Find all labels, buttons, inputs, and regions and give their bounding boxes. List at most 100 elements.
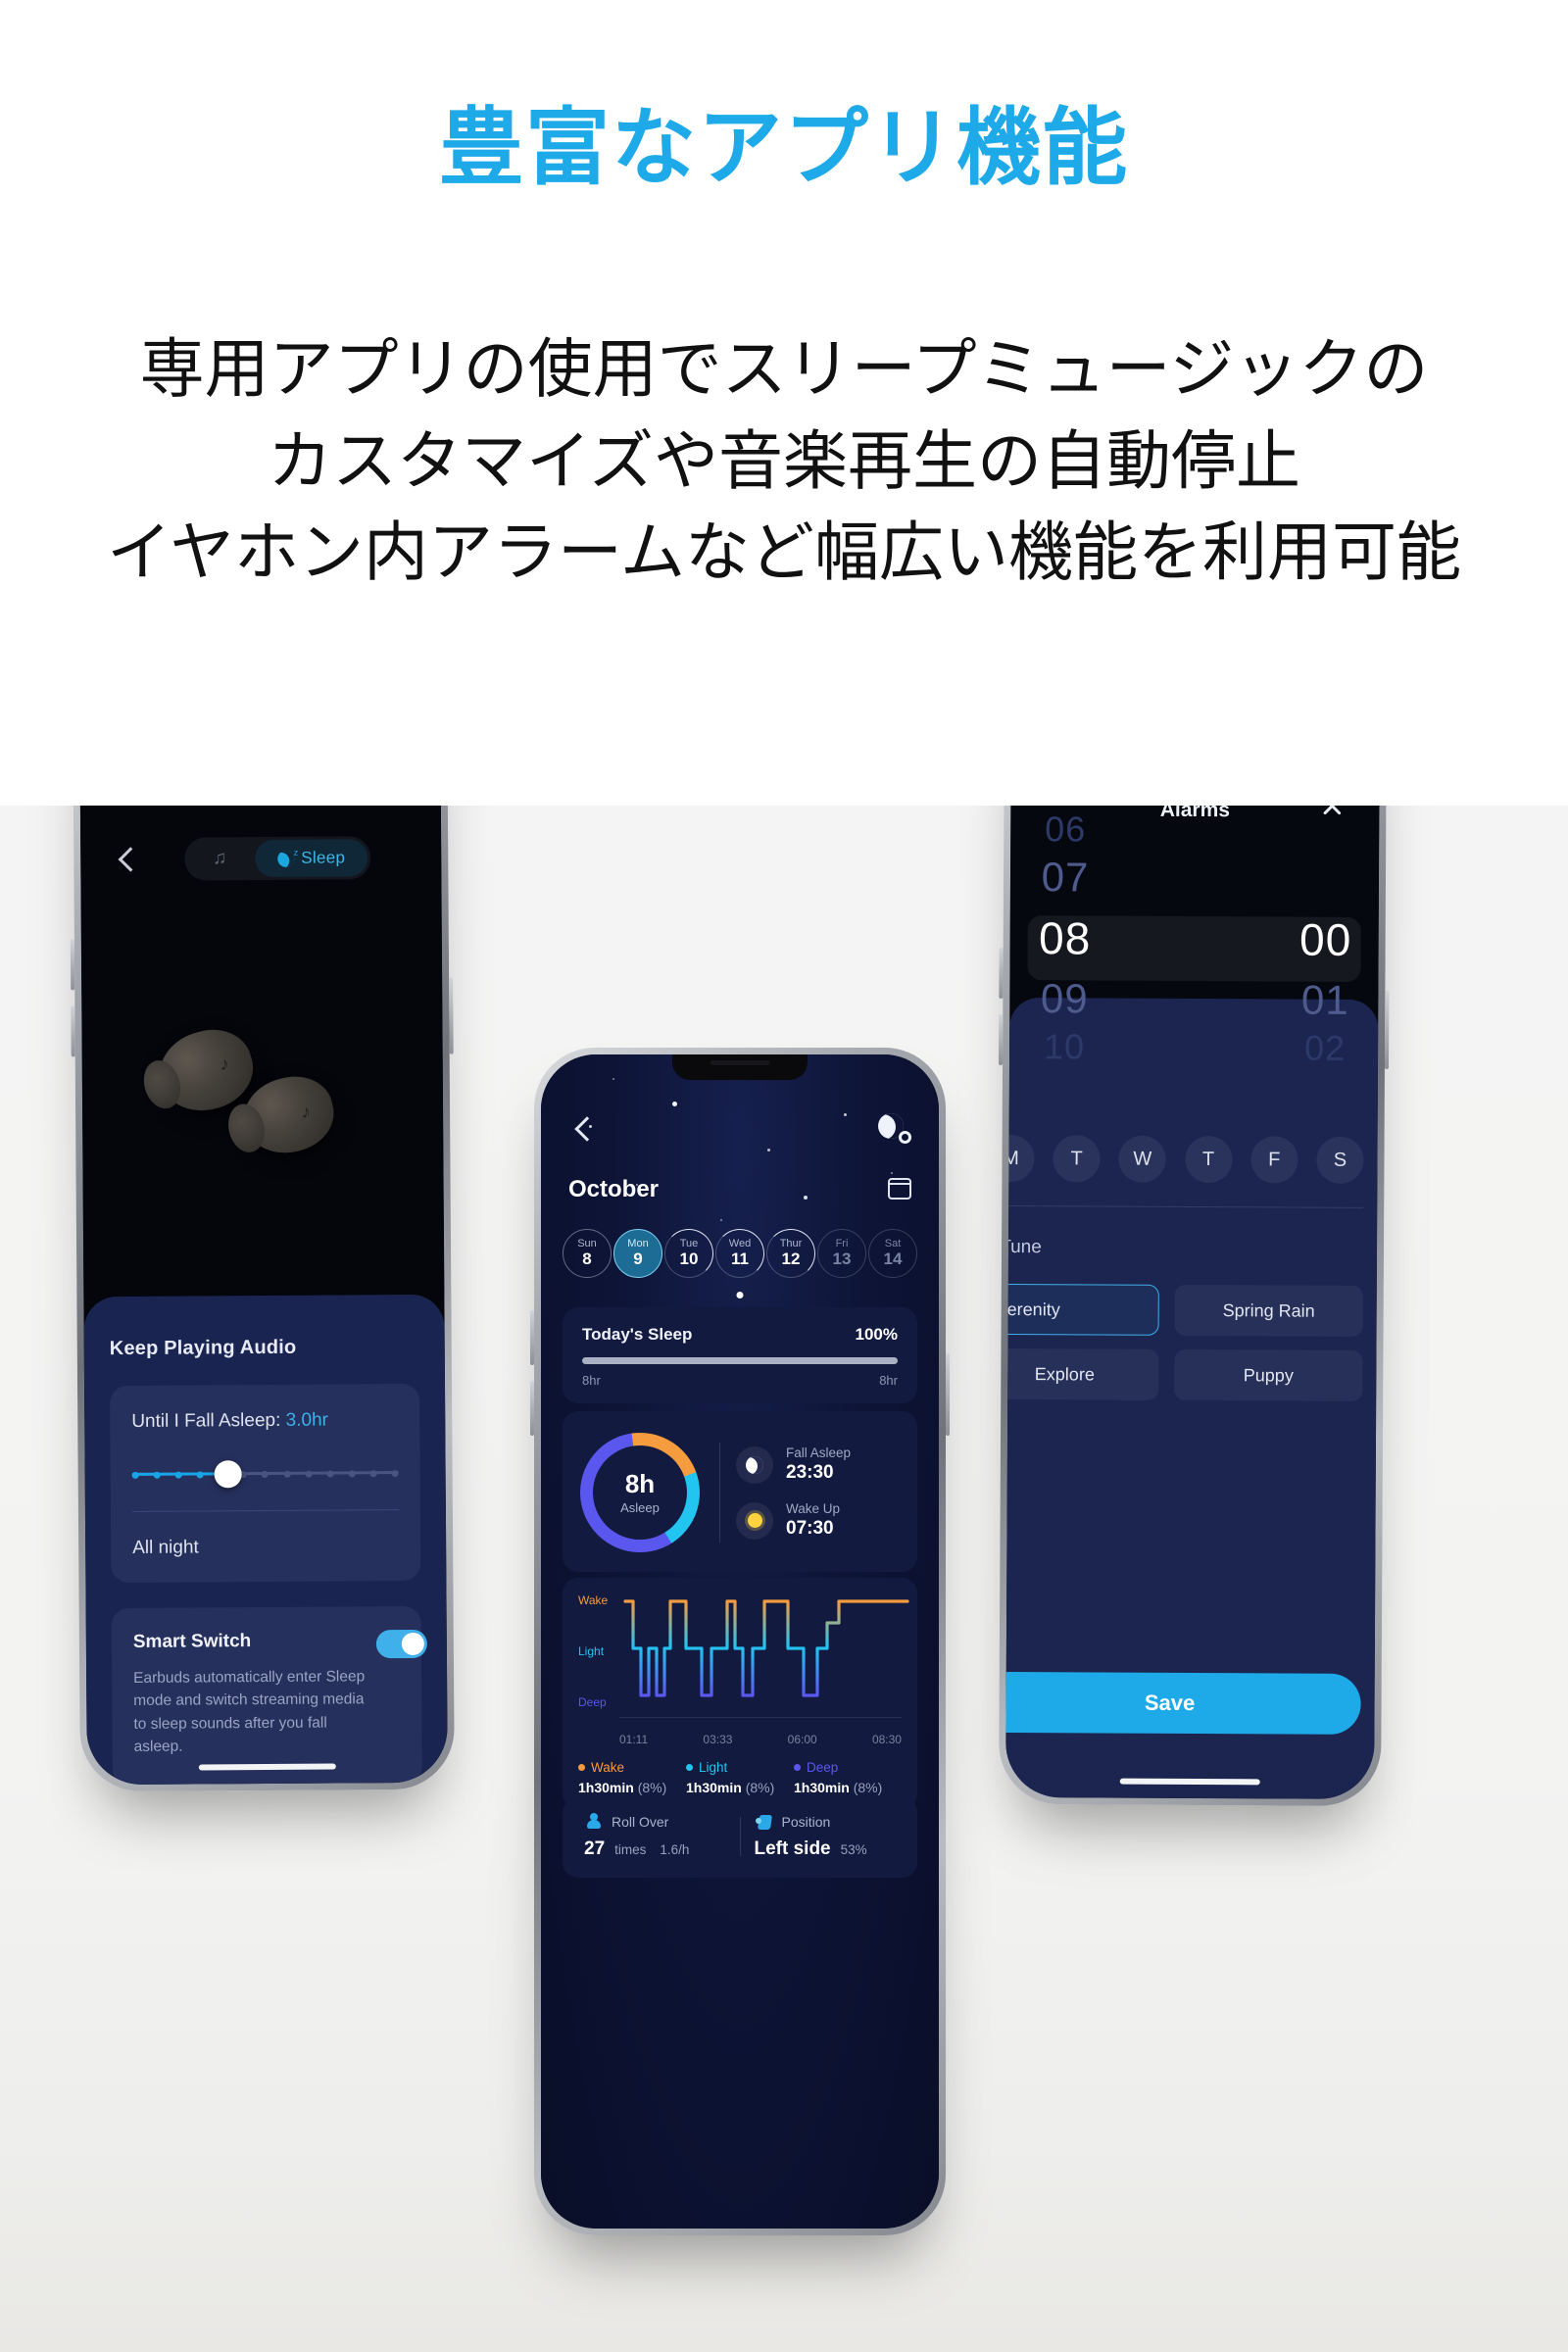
phone-right-screen: Alarms 06 07 08 09 10 00 01 02 M T W T F… xyxy=(1005,806,1380,1799)
product-showcase: ♫ z Sleep ♪ ♪ Keep Playing Audio Until I… xyxy=(0,806,1568,2352)
day-name: Mon xyxy=(627,1238,649,1250)
tune-options[interactable]: Serenity Spring Rain Explore Puppy xyxy=(1005,1283,1363,1401)
tune-option-serenity[interactable]: Serenity xyxy=(1005,1283,1159,1336)
week-day-strip[interactable]: Sun 8 Mon 9 Tue 10 Wed 11 Thur 12 Fri 13 xyxy=(563,1229,917,1284)
volume-down-button[interactable] xyxy=(998,1013,1004,1065)
day-cell[interactable]: Tue 10 xyxy=(664,1229,713,1278)
minute-option[interactable]: 02 xyxy=(1233,1028,1380,1068)
legend-label: Deep xyxy=(807,1760,839,1775)
day-cell-selected[interactable]: Mon 9 xyxy=(613,1229,662,1278)
until-fall-asleep-card[interactable]: Until I Fall Asleep: 3.0hr All night xyxy=(110,1383,421,1584)
day-name: Thur xyxy=(779,1238,803,1250)
back-icon[interactable] xyxy=(114,848,139,873)
todays-sleep-label: Today's Sleep xyxy=(582,1325,693,1344)
asleep-label: Asleep xyxy=(620,1499,660,1515)
asleep-duration: 8h xyxy=(624,1468,656,1498)
moon-icon xyxy=(736,1446,773,1484)
sleep-hours-left: 8hr xyxy=(582,1373,601,1388)
weekday-wednesday[interactable]: W xyxy=(1118,1135,1166,1183)
minute-option[interactable]: 01 xyxy=(1233,971,1380,1029)
weekday-tuesday[interactable]: T xyxy=(1053,1135,1101,1183)
hypnogram-label-deep: Deep xyxy=(578,1695,607,1709)
day-number: 12 xyxy=(781,1250,801,1269)
phone-left-screen: ♫ z Sleep ♪ ♪ Keep Playing Audio Until I… xyxy=(79,806,448,1786)
until-value: 3.0hr xyxy=(285,1409,329,1431)
divider xyxy=(1005,1204,1364,1208)
calendar-icon[interactable] xyxy=(888,1178,911,1200)
day-cell[interactable]: Fri 13 xyxy=(817,1229,866,1278)
volume-down-button[interactable] xyxy=(71,1005,75,1057)
all-night-label[interactable]: All night xyxy=(132,1510,399,1559)
phone-left: ♫ z Sleep ♪ ♪ Keep Playing Audio Until I… xyxy=(70,806,455,1792)
fall-asleep-row: Fall Asleep 23:30 xyxy=(736,1446,900,1484)
sun-icon xyxy=(736,1501,773,1540)
wake-up-time: 07:30 xyxy=(786,1518,834,1539)
volume-up-button[interactable] xyxy=(70,939,75,991)
alarm-time-picker[interactable]: 06 07 08 09 10 00 01 02 xyxy=(1009,808,1380,1105)
hour-column[interactable]: 06 07 08 09 10 xyxy=(1005,808,1157,1104)
alarms-sheet: Alarms 06 07 08 09 10 00 01 02 M T W T F… xyxy=(1005,806,1379,1799)
hour-option[interactable]: 10 xyxy=(1005,1026,1156,1067)
volume-up-button[interactable] xyxy=(530,1310,534,1365)
position-stat: Position Left side 53% xyxy=(741,1813,910,1860)
tab-sleep-label: Sleep xyxy=(301,848,346,867)
legend-label: Light xyxy=(699,1760,728,1775)
hero-section: 豊富なアプリ機能 専用アプリの使用でスリープミュージックの カスタマイズや音楽再… xyxy=(0,0,1568,806)
power-button[interactable] xyxy=(449,977,454,1054)
power-button[interactable] xyxy=(1384,991,1390,1070)
minute-selected[interactable]: 00 xyxy=(1233,906,1379,972)
hypnogram-x-ticks: 01:11 03:33 06:00 08:30 xyxy=(619,1733,902,1746)
hour-option[interactable]: 06 xyxy=(1005,808,1157,850)
tab-sleep[interactable]: z Sleep xyxy=(255,839,368,878)
roll-over-stat: Roll Over 27 times 1.6/h xyxy=(570,1813,740,1860)
sleep-stats-card: Roll Over 27 times 1.6/h Position Left s… xyxy=(563,1797,917,1878)
power-button[interactable] xyxy=(946,1353,950,1436)
slider-knob[interactable] xyxy=(214,1460,243,1489)
day-cell[interactable]: Thur 12 xyxy=(766,1229,815,1278)
day-cell[interactable]: Sat 14 xyxy=(868,1229,917,1278)
sleep-donut-chart: 8h Asleep xyxy=(580,1433,700,1552)
keep-playing-title: Keep Playing Audio xyxy=(109,1336,297,1360)
back-icon[interactable] xyxy=(570,1117,596,1143)
day-cell[interactable]: Wed 11 xyxy=(715,1229,764,1278)
minute-column[interactable]: 00 01 02 xyxy=(1233,810,1380,1105)
weekday-friday[interactable]: F xyxy=(1250,1136,1298,1184)
day-name: Sat xyxy=(884,1238,902,1250)
sleep-hours-right: 8hr xyxy=(879,1373,898,1388)
subtitle-line-3: イヤホン内アラームなど幅広い機能を利用可能 xyxy=(106,515,1462,589)
music-note-icon[interactable]: ♫ xyxy=(184,848,255,870)
tune-option-spring-rain[interactable]: Spring Rain xyxy=(1174,1284,1363,1337)
hypnogram-card: Wake Light Deep 01:11 03:33 06:00 08:30 … xyxy=(563,1578,917,1809)
smart-switch-toggle[interactable] xyxy=(375,1629,427,1659)
moon-icon: z xyxy=(277,847,299,866)
tune-option-puppy[interactable]: Puppy xyxy=(1174,1348,1363,1401)
hypnogram-label-light: Light xyxy=(578,1644,605,1658)
weekday-selector[interactable]: M T W T F S xyxy=(1005,1134,1364,1184)
tune-option-explore[interactable]: Explore xyxy=(1005,1348,1159,1400)
legend-percent: (8%) xyxy=(745,1780,775,1795)
todays-sleep-progress-bar xyxy=(582,1357,898,1364)
moon-gear-icon[interactable] xyxy=(878,1111,911,1145)
phone-center-screen: October Sun 8 Mon 9 Tue 10 Wed 11 Thur 1 xyxy=(541,1054,939,2229)
roll-over-icon xyxy=(584,1813,604,1831)
volume-up-button[interactable] xyxy=(999,947,1004,999)
mode-segmented-control[interactable]: ♫ z Sleep xyxy=(184,836,371,881)
wake-up-row: Wake Up 07:30 xyxy=(736,1501,900,1540)
until-fall-asleep-row: Until I Fall Asleep: 3.0hr xyxy=(131,1409,398,1433)
weekday-saturday[interactable]: S xyxy=(1316,1136,1364,1184)
hour-option[interactable]: 09 xyxy=(1005,970,1156,1028)
wake-up-tune-label: Up Tune xyxy=(1005,1236,1042,1258)
hour-option[interactable]: 07 xyxy=(1005,849,1157,906)
weekday-thursday[interactable]: T xyxy=(1184,1135,1233,1184)
day-cell[interactable]: Sun 8 xyxy=(563,1229,612,1278)
save-button[interactable]: Save xyxy=(1005,1671,1361,1735)
legend-duration: 1h30min xyxy=(686,1780,742,1795)
day-name: Tue xyxy=(679,1238,699,1250)
todays-sleep-card: Today's Sleep 100% 8hr 8hr xyxy=(563,1307,917,1403)
volume-down-button[interactable] xyxy=(530,1381,534,1436)
weekday-monday[interactable]: M xyxy=(1005,1134,1035,1183)
sleep-timer-slider[interactable] xyxy=(131,1460,399,1489)
phone-right: Alarms 06 07 08 09 10 00 01 02 M T W T F… xyxy=(998,806,1390,1807)
hour-selected[interactable]: 08 xyxy=(1005,906,1157,971)
notch xyxy=(671,1054,808,1080)
